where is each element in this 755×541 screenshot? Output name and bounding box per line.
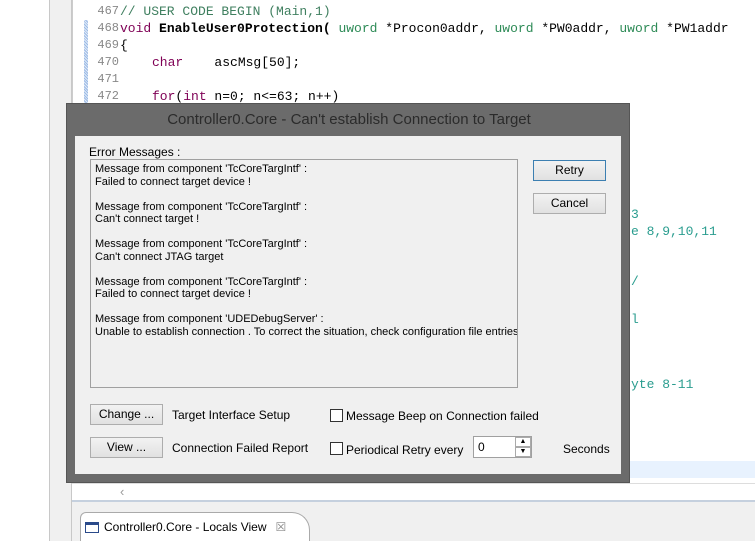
function-name: EnableUser0Protection( (151, 21, 339, 36)
code-fragment: l (631, 312, 639, 327)
code-line: char ascMsg[50]; (152, 54, 300, 71)
keyword: for (152, 89, 176, 104)
retry-interval-stepper[interactable]: 0 ▲ ▼ (473, 436, 532, 458)
horizontal-scrollbar[interactable]: ‹ (72, 483, 755, 500)
param: *PW1addr (658, 21, 729, 36)
code-line: // USER CODE BEGIN (Main,1) (120, 4, 331, 19)
keyword: void (120, 21, 152, 36)
view-button[interactable]: View ... (90, 437, 163, 458)
type: uword (494, 21, 534, 36)
line-number: 470 (97, 55, 119, 69)
error-messages-box[interactable]: Message from component 'TcCoreTargIntf' … (90, 159, 518, 388)
dialog-title: Controller0.Core - Can't establish Conne… (167, 111, 531, 128)
type: uword (619, 21, 659, 36)
code-line: { (120, 38, 128, 53)
code-fragment: / (631, 274, 639, 289)
message-beep-checkbox[interactable] (330, 409, 343, 422)
tab-label: Controller0.Core - Locals View (104, 520, 267, 534)
type: uword (338, 21, 378, 36)
retry-interval-value[interactable]: 0 (478, 440, 485, 454)
close-icon[interactable]: ☒ (276, 520, 287, 534)
periodic-retry-checkbox[interactable] (330, 442, 343, 455)
change-description: Target Interface Setup (172, 408, 291, 422)
code-line: void EnableUser0Protection( uword *Proco… (120, 20, 729, 37)
code-fragment: e 8,9,10,11 (631, 224, 717, 239)
code-fragment: 3 (631, 207, 639, 222)
view-description: Connection Failed Report (172, 441, 309, 455)
periodic-retry-label: Periodical Retry every (346, 443, 464, 457)
code-fragment: yte 8-11 (631, 377, 694, 392)
seconds-label: Seconds (563, 442, 610, 456)
line-number: 471 (97, 72, 119, 86)
connection-error-dialog: Controller0.Core - Can't establish Conne… (66, 103, 630, 483)
code-text: ascMsg[50]; (183, 55, 301, 70)
message-beep-label: Message Beep on Connection failed (346, 409, 539, 423)
param: *Procon0addr, (377, 21, 495, 36)
code-text: n=0; n<=63; n++) (206, 89, 340, 104)
line-number: 468 (97, 21, 119, 35)
line-number: 469 (97, 38, 119, 52)
tab-locals-view[interactable]: Controller0.Core - Locals View ☒ (80, 512, 310, 541)
window-icon (85, 521, 99, 533)
increment-arrow-icon[interactable]: ▲ (515, 437, 531, 447)
keyword: int (183, 89, 207, 104)
error-messages-label: Error Messages : (89, 145, 181, 159)
decrement-arrow-icon[interactable]: ▼ (515, 447, 531, 457)
change-button[interactable]: Change ... (90, 404, 163, 425)
left-panel (0, 0, 50, 541)
scroll-left-icon[interactable]: ‹ (120, 484, 124, 499)
keyword: char (152, 55, 184, 70)
line-number: 467 (97, 4, 119, 18)
cancel-button[interactable]: Cancel (533, 193, 606, 214)
dialog-body: Error Messages : Message from component … (75, 136, 621, 474)
param: *PW0addr, (533, 21, 620, 36)
retry-button[interactable]: Retry (533, 160, 606, 181)
